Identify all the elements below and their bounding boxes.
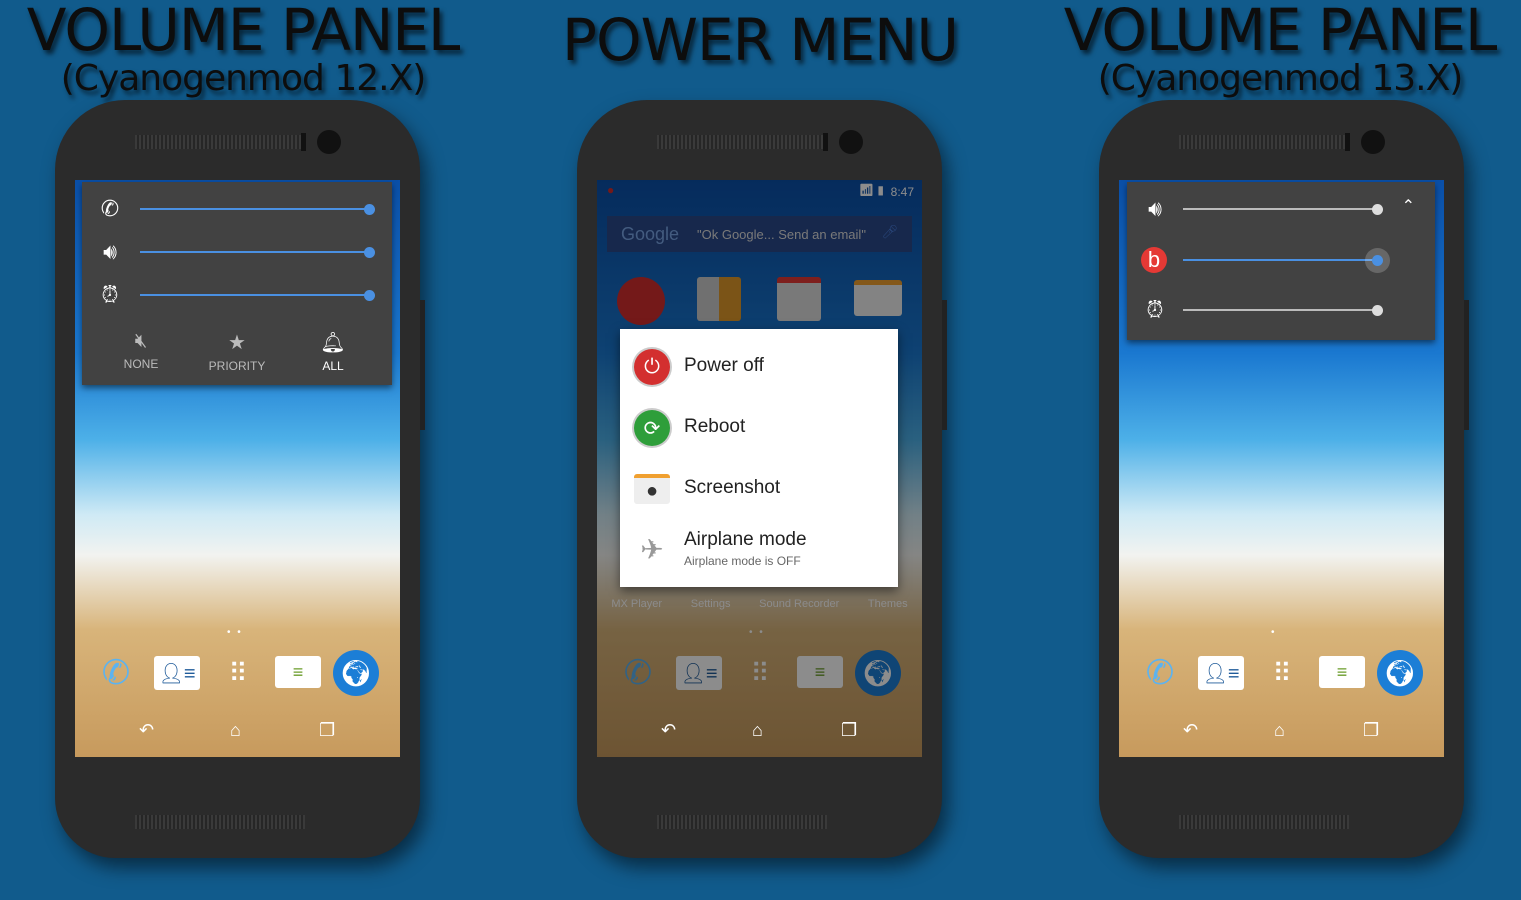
back-icon[interactable]: ↶ bbox=[139, 720, 154, 741]
title-volume-cm12: VOLUME PANEL (Cyanogenmod 12.X) bbox=[0, 0, 486, 98]
power-menu-dialog: ⏻ Power off ⟳ Reboot ● Screenshot ✈ Airplane… bbox=[620, 329, 898, 587]
heading: VOLUME PANEL bbox=[26, 0, 461, 64]
menu-item-reboot[interactable]: ⟳ Reboot bbox=[620, 398, 898, 458]
heading: POWER MENU bbox=[562, 6, 959, 74]
page-indicator: • bbox=[1271, 627, 1277, 638]
sensor bbox=[823, 133, 828, 151]
apps-icon[interactable]: ⠿ bbox=[1259, 650, 1305, 696]
mute-icon: 🔇︎ bbox=[134, 330, 148, 352]
camera bbox=[317, 130, 341, 154]
volume-icon: 🔊︎ bbox=[103, 239, 117, 264]
sensor bbox=[301, 133, 306, 151]
sensor bbox=[1345, 133, 1350, 151]
recents-icon[interactable]: ❐ bbox=[319, 720, 335, 741]
phone-cm12: ✆ 🔊︎ ⏰︎ 🔇︎ NONE ★ PRIORITY 🔔︎ ALL • • ✆ 👤︎≡… bbox=[55, 100, 425, 858]
screen: 🔊︎ ⌃ b ⏰︎ • ✆ 👤︎≡ ⠿ ≡ 🌍︎ ↶ ⌂ ❐ bbox=[1119, 180, 1444, 757]
nav-bar: ↶ ⌂ ❐ bbox=[75, 720, 400, 750]
dock: ✆ 👤︎≡ ⠿ ≡ 🌍︎ bbox=[75, 650, 400, 700]
phone-power-menu: ● 📶︎ ▮ 8:47 Google "Ok Google... Send an… bbox=[577, 100, 947, 858]
speaker-grill bbox=[1179, 815, 1349, 829]
volume-panel: 🔊︎ ⌃ b ⏰︎ bbox=[1127, 182, 1435, 340]
recents-icon[interactable]: ❐ bbox=[841, 720, 857, 741]
speaker-grill bbox=[135, 815, 305, 829]
screen: ✆ 🔊︎ ⏰︎ 🔇︎ NONE ★ PRIORITY 🔔︎ ALL • • ✆ 👤︎≡… bbox=[75, 180, 400, 757]
power-key bbox=[420, 300, 425, 430]
speaker-grill bbox=[135, 135, 305, 149]
slider-alarm[interactable]: ⏰︎ bbox=[82, 280, 392, 310]
phone-icon[interactable]: ✆ bbox=[1137, 650, 1183, 696]
contacts-icon[interactable]: 👤︎≡ bbox=[154, 656, 200, 690]
subheading: (Cyanogenmod 12.X) bbox=[60, 58, 427, 99]
camera bbox=[1361, 130, 1385, 154]
mode-all[interactable]: 🔔︎ ALL bbox=[293, 330, 373, 373]
contacts-icon[interactable]: 👤︎≡ bbox=[1198, 656, 1244, 690]
menu-label: Power off bbox=[684, 355, 764, 376]
home-icon[interactable]: ⌂ bbox=[1274, 720, 1285, 741]
menu-label: Reboot bbox=[684, 416, 746, 437]
heading: VOLUME PANEL bbox=[1063, 0, 1498, 64]
airplane-icon: ✈ bbox=[640, 533, 664, 565]
menu-item-power-off[interactable]: ⏻ Power off bbox=[620, 337, 898, 397]
menu-sublabel: Airplane mode is OFF bbox=[684, 554, 801, 568]
power-key bbox=[942, 300, 947, 430]
slider-knob[interactable] bbox=[1372, 254, 1383, 266]
ringer-icon: ✆ bbox=[100, 196, 120, 221]
slider-knob[interactable] bbox=[1372, 203, 1383, 215]
speaker-grill bbox=[657, 815, 827, 829]
mode-label: NONE bbox=[123, 357, 159, 371]
browser-icon[interactable]: 🌍︎ bbox=[1377, 650, 1423, 696]
menu-item-screenshot[interactable]: ● Screenshot bbox=[620, 459, 898, 519]
mode-none[interactable]: 🔇︎ NONE bbox=[101, 330, 181, 371]
messages-icon[interactable]: ≡ bbox=[1319, 656, 1365, 688]
title-power-menu: POWER MENU bbox=[540, 10, 980, 70]
bell-icon: 🔔︎ bbox=[320, 332, 346, 354]
slider-knob[interactable] bbox=[1372, 304, 1383, 316]
menu-label: Airplane mode bbox=[684, 529, 807, 550]
power-icon: ⏻ bbox=[634, 349, 670, 385]
slider-knob[interactable] bbox=[364, 246, 375, 258]
home-icon[interactable]: ⌂ bbox=[230, 720, 241, 741]
alarm-icon: ⏰︎ bbox=[1146, 297, 1164, 322]
mode-label: PRIORITY bbox=[208, 359, 266, 373]
beats-icon: b bbox=[1141, 247, 1167, 273]
slider-knob[interactable] bbox=[364, 289, 375, 301]
slider-media[interactable]: 🔊︎ bbox=[82, 237, 392, 267]
mode-label: ALL bbox=[322, 359, 344, 373]
slider-media[interactable]: 🔊︎ ⌃ bbox=[1127, 194, 1435, 224]
subheading: (Cyanogenmod 13.X) bbox=[1097, 58, 1464, 99]
camera bbox=[839, 130, 863, 154]
dock: ✆ 👤︎≡ ⠿ ≡ 🌍︎ bbox=[1119, 650, 1444, 700]
messages-icon[interactable]: ≡ bbox=[275, 656, 321, 688]
star-icon: ★ bbox=[228, 332, 246, 354]
speaker-grill bbox=[657, 135, 827, 149]
phone-cm13: 🔊︎ ⌃ b ⏰︎ • ✆ 👤︎≡ ⠿ ≡ 🌍︎ ↶ ⌂ ❐ bbox=[1099, 100, 1469, 858]
title-volume-cm13: VOLUME PANEL (Cyanogenmod 13.X) bbox=[1035, 0, 1521, 98]
expand-chevron-up-icon[interactable]: ⌃ bbox=[1402, 196, 1415, 216]
volume-icon: 🔊︎ bbox=[1148, 196, 1162, 221]
power-key bbox=[1464, 300, 1469, 430]
apps-icon[interactable]: ⠿ bbox=[215, 650, 261, 696]
nav-bar: ↶ ⌂ ❐ bbox=[1119, 720, 1444, 750]
slider-beats[interactable]: b bbox=[1127, 245, 1435, 275]
phone-icon[interactable]: ✆ bbox=[93, 650, 139, 696]
menu-label: Screenshot bbox=[684, 477, 781, 498]
back-icon[interactable]: ↶ bbox=[661, 720, 676, 741]
nav-bar: ↶ ⌂ ❐ bbox=[597, 720, 922, 750]
browser-icon[interactable]: 🌍︎ bbox=[333, 650, 379, 696]
page-indicator: • • bbox=[227, 627, 243, 638]
slider-alarm[interactable]: ⏰︎ bbox=[1127, 295, 1435, 325]
screenshot-icon: ● bbox=[634, 474, 670, 504]
menu-item-airplane-mode[interactable]: ✈ Airplane mode Airplane mode is OFF bbox=[620, 519, 898, 579]
recents-icon[interactable]: ❐ bbox=[1363, 720, 1379, 741]
mode-priority[interactable]: ★ PRIORITY bbox=[197, 330, 277, 373]
slider-knob[interactable] bbox=[364, 203, 375, 215]
back-icon[interactable]: ↶ bbox=[1183, 720, 1198, 741]
reboot-icon: ⟳ bbox=[634, 410, 670, 446]
slider-ringer[interactable]: ✆ bbox=[82, 194, 392, 224]
speaker-grill bbox=[1179, 135, 1349, 149]
volume-panel: ✆ 🔊︎ ⏰︎ 🔇︎ NONE ★ PRIORITY 🔔︎ ALL bbox=[82, 182, 392, 385]
home-icon[interactable]: ⌂ bbox=[752, 720, 763, 741]
alarm-icon: ⏰︎ bbox=[101, 282, 119, 307]
screen: ● 📶︎ ▮ 8:47 Google "Ok Google... Send an… bbox=[597, 180, 922, 757]
